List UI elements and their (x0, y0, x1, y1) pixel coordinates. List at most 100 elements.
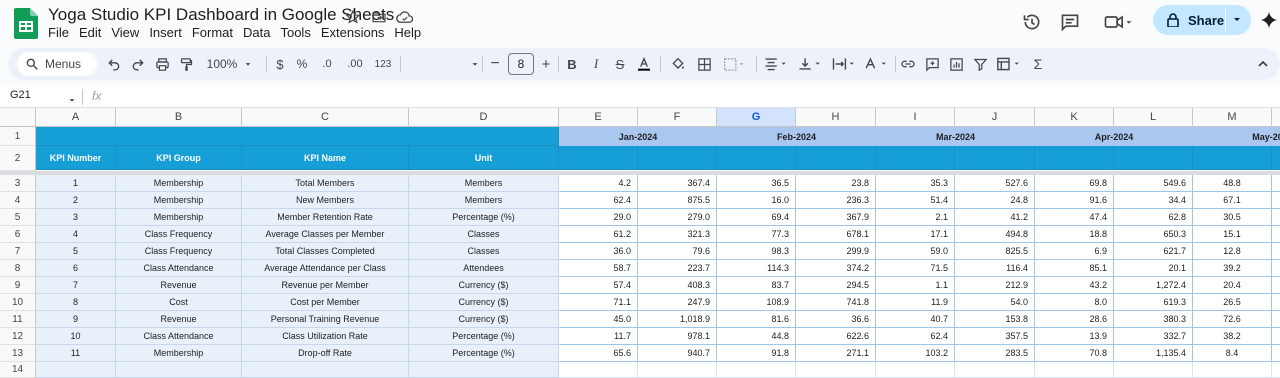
kpi-unit-cell[interactable]: Members (409, 175, 559, 192)
undo-icon[interactable] (103, 48, 125, 80)
row-header-13[interactable]: 13 (0, 345, 36, 362)
kpi-number-cell[interactable]: 1 (36, 175, 116, 192)
value-cell[interactable]: 622.6 (796, 328, 876, 345)
filter-icon[interactable] (969, 48, 991, 80)
value-cell[interactable]: 321.3 (638, 226, 717, 243)
column-header-h[interactable]: H (796, 108, 876, 127)
text-rotation-icon[interactable] (860, 48, 892, 80)
value-cell[interactable]: 114.3 (717, 260, 796, 277)
value-cell[interactable]: 48.8 (1193, 175, 1272, 192)
value-cell[interactable]: 13.9 (1035, 328, 1114, 345)
month-subheader-cell[interactable] (717, 146, 796, 170)
column-header-i[interactable]: I (876, 108, 955, 127)
menu-edit[interactable]: Edit (74, 25, 106, 41)
value-cell[interactable]: 39.2 (1193, 260, 1272, 277)
value-cell[interactable]: 825.5 (955, 243, 1035, 260)
zoom-select[interactable]: 100% (202, 48, 258, 80)
value-cell[interactable]: 2.1 (876, 209, 955, 226)
value-cell[interactable]: 17.1 (876, 226, 955, 243)
row-header-8[interactable]: 8 (0, 260, 36, 277)
menu-help[interactable]: Help (389, 25, 426, 41)
value-cell[interactable]: 34.4 (1114, 192, 1193, 209)
kpi-number-cell[interactable]: 10 (36, 328, 116, 345)
version-history-icon[interactable] (1020, 10, 1044, 34)
value-cell[interactable] (1272, 243, 1280, 260)
insert-link-icon[interactable] (897, 48, 919, 80)
cloud-saved-icon[interactable] (395, 7, 415, 27)
value-cell[interactable]: 6.9 (1035, 243, 1114, 260)
value-cell[interactable]: 79.6 (638, 243, 717, 260)
star-icon[interactable] (343, 7, 363, 27)
value-cell[interactable]: 98.3 (717, 243, 796, 260)
menu-tools[interactable]: Tools (275, 25, 315, 41)
kpi-number-cell[interactable]: 3 (36, 209, 116, 226)
value-cell[interactable]: 57.4 (559, 277, 638, 294)
value-cell[interactable]: 367.4 (638, 175, 717, 192)
value-cell[interactable]: 54.0 (955, 294, 1035, 311)
value-cell[interactable]: 374.2 (796, 260, 876, 277)
kpi-unit-cell[interactable]: Currency ($) (409, 277, 559, 294)
increase-decimal-button[interactable]: .00 (342, 48, 368, 80)
value-cell[interactable]: 81.6 (717, 311, 796, 328)
paint-format-icon[interactable] (175, 48, 197, 80)
column-header-m[interactable]: M (1193, 108, 1272, 127)
kpi-name-cell[interactable]: Revenue per Member (242, 277, 409, 294)
value-cell[interactable]: 51.4 (876, 192, 955, 209)
value-cell[interactable]: 940.7 (638, 345, 717, 362)
value-cell[interactable]: 678.1 (796, 226, 876, 243)
value-cell[interactable]: 8.4 (1193, 345, 1272, 362)
value-cell[interactable]: 43.2 (1035, 277, 1114, 294)
row-header-3[interactable]: 3 (0, 175, 36, 192)
value-cell[interactable]: 62.8 (1114, 209, 1193, 226)
value-cell[interactable]: 271.1 (796, 345, 876, 362)
kpi-number-cell[interactable]: 6 (36, 260, 116, 277)
strikethrough-icon[interactable]: S (609, 48, 631, 80)
insert-comment-icon[interactable] (921, 48, 943, 80)
value-cell[interactable]: 8.0 (1035, 294, 1114, 311)
value-cell[interactable]: 62.4 (559, 192, 638, 209)
kpi-unit-cell[interactable]: Currency ($) (409, 294, 559, 311)
value-cell[interactable]: 619.3 (1114, 294, 1193, 311)
value-cell[interactable]: 1,135.4 (1114, 345, 1193, 362)
value-cell[interactable]: 47.4 (1035, 209, 1114, 226)
kpi-number-cell[interactable]: 9 (36, 311, 116, 328)
column-header-k[interactable]: K (1035, 108, 1114, 127)
spreadsheet-grid[interactable]: ABCDEFGHIJKLMN1234567891011121314Jan-202… (0, 108, 1280, 378)
kpi-unit-cell[interactable]: Percentage (%) (409, 345, 559, 362)
gemini-sparkle-icon[interactable] (1260, 11, 1278, 34)
value-cell[interactable]: 45.0 (559, 311, 638, 328)
value-cell[interactable]: 61.2 (559, 226, 638, 243)
value-cell[interactable]: 35.3 (876, 175, 955, 192)
column-header-f[interactable]: F (638, 108, 717, 127)
functions-icon[interactable]: Σ (1027, 48, 1049, 80)
select-all-corner[interactable] (0, 108, 36, 127)
value-cell[interactable]: 62.4 (876, 328, 955, 345)
sheets-logo-icon[interactable] (14, 8, 38, 39)
menu-insert[interactable]: Insert (144, 25, 187, 41)
share-options-chevron-down-icon[interactable] (1231, 13, 1243, 28)
kpi-group-cell[interactable]: Membership (116, 175, 242, 192)
decrease-decimal-button[interactable]: .0 (314, 48, 340, 80)
font-size-input[interactable]: 8 (508, 53, 534, 75)
empty-cell[interactable] (1035, 362, 1114, 378)
value-cell[interactable]: 91.6 (1035, 192, 1114, 209)
value-cell[interactable]: 283.5 (955, 345, 1035, 362)
value-cell[interactable]: 16.0 (717, 192, 796, 209)
value-cell[interactable]: 67.1 (1193, 192, 1272, 209)
empty-cell[interactable] (559, 362, 638, 378)
empty-cell[interactable] (116, 362, 242, 378)
value-cell[interactable] (1272, 226, 1280, 243)
value-cell[interactable] (1272, 260, 1280, 277)
kpi-name-cell[interactable]: Member Retention Rate (242, 209, 409, 226)
empty-cell[interactable] (242, 362, 409, 378)
empty-cell[interactable] (36, 362, 116, 378)
value-cell[interactable]: 70.8 (1035, 345, 1114, 362)
value-cell[interactable]: 18.8 (1035, 226, 1114, 243)
value-cell[interactable]: 1,272.4 (1114, 277, 1193, 294)
month-subheader-cell[interactable] (638, 146, 717, 170)
value-cell[interactable]: 36.5 (717, 175, 796, 192)
font-family-select[interactable] (404, 48, 480, 80)
value-cell[interactable]: 367.9 (796, 209, 876, 226)
kpi-number-cell[interactable]: 7 (36, 277, 116, 294)
value-cell[interactable]: 71.1 (559, 294, 638, 311)
